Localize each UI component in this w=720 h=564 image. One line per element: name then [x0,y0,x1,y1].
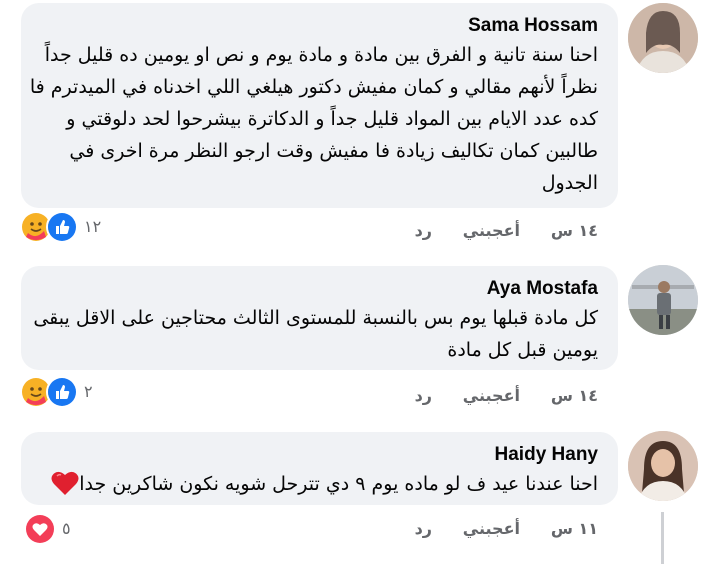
comment-text: احنا عندنا عيد ف لو ماده يوم ٩ دي تترحل … [79,468,598,500]
comment-timestamp[interactable]: ١٤ س [551,386,598,405]
comment-actions: ١١ س أعجبني رد [0,519,620,541]
comment-text-line: احنا عندنا عيد ف لو ماده يوم ٩ دي تترحل … [79,473,598,495]
reaction-count: ٥ [62,519,71,538]
like-button[interactable]: أعجبني [463,519,520,538]
comment-author[interactable]: Sama Hossam [468,15,598,37]
like-button[interactable]: أعجبني [463,221,520,240]
love-icon [24,513,56,545]
reaction-summary[interactable]: ٥ [24,513,84,545]
reaction-summary[interactable]: ١٢ [18,211,108,243]
comment-bubble: Sama Hossam احنا سنة تانية و الفرق بين م… [21,3,618,208]
comment-text: احنا سنة تانية و الفرق بين مادة و مادة ي… [29,39,598,199]
reply-button[interactable]: رد [415,386,432,405]
comment-author[interactable]: Haidy Hany [495,444,598,466]
avatar-photo-icon [628,431,698,501]
comment-text-line: نظراً لأنهم مقالي و كمان مفيش دكتور هيلغ… [29,76,598,98]
comment-text: كل مادة قبلها يوم بس بالنسبة للمستوى الث… [33,302,598,366]
avatar-photo-icon [628,3,698,73]
avatar[interactable] [628,431,698,501]
comment-bubble: Aya Mostafa كل مادة قبلها يوم بس بالنسبة… [21,266,618,370]
comment-text-line: طالبين كمان تكاليف زيادة فا مفيش وقت ارج… [69,140,598,162]
comment-text-line: احنا سنة تانية و الفرق بين مادة و مادة ي… [44,44,598,66]
reply-button[interactable]: رد [415,221,432,240]
comment-author[interactable]: Aya Mostafa [487,278,598,300]
reaction-count: ١٢ [84,217,102,236]
comment-text-line: الجدول [541,172,598,194]
comment-bubble: Haidy Hany احنا عندنا عيد ف لو ماده يوم … [21,432,618,505]
comment-text-line: كل مادة قبلها يوم بس بالنسبة للمستوى الث… [33,307,598,329]
like-button[interactable]: أعجبني [463,386,520,405]
reply-thread-line [661,512,664,564]
reaction-summary[interactable]: ٢ [18,376,108,408]
comment-text-line: يومين قبل كل مادة [447,339,598,361]
like-icon [46,211,78,243]
reaction-count: ٢ [84,382,93,401]
avatar[interactable] [628,265,698,335]
comment-text-line: كده عدد الايام بين المواد قليل جداً و ال… [66,108,598,130]
comment-timestamp[interactable]: ١١ س [551,519,598,538]
avatar[interactable] [628,3,698,73]
comment-timestamp[interactable]: ١٤ س [551,221,598,240]
avatar-photo-icon [628,265,698,335]
red-heart-emoji-icon [51,470,79,496]
like-icon [46,376,78,408]
reply-button[interactable]: رد [415,519,432,538]
